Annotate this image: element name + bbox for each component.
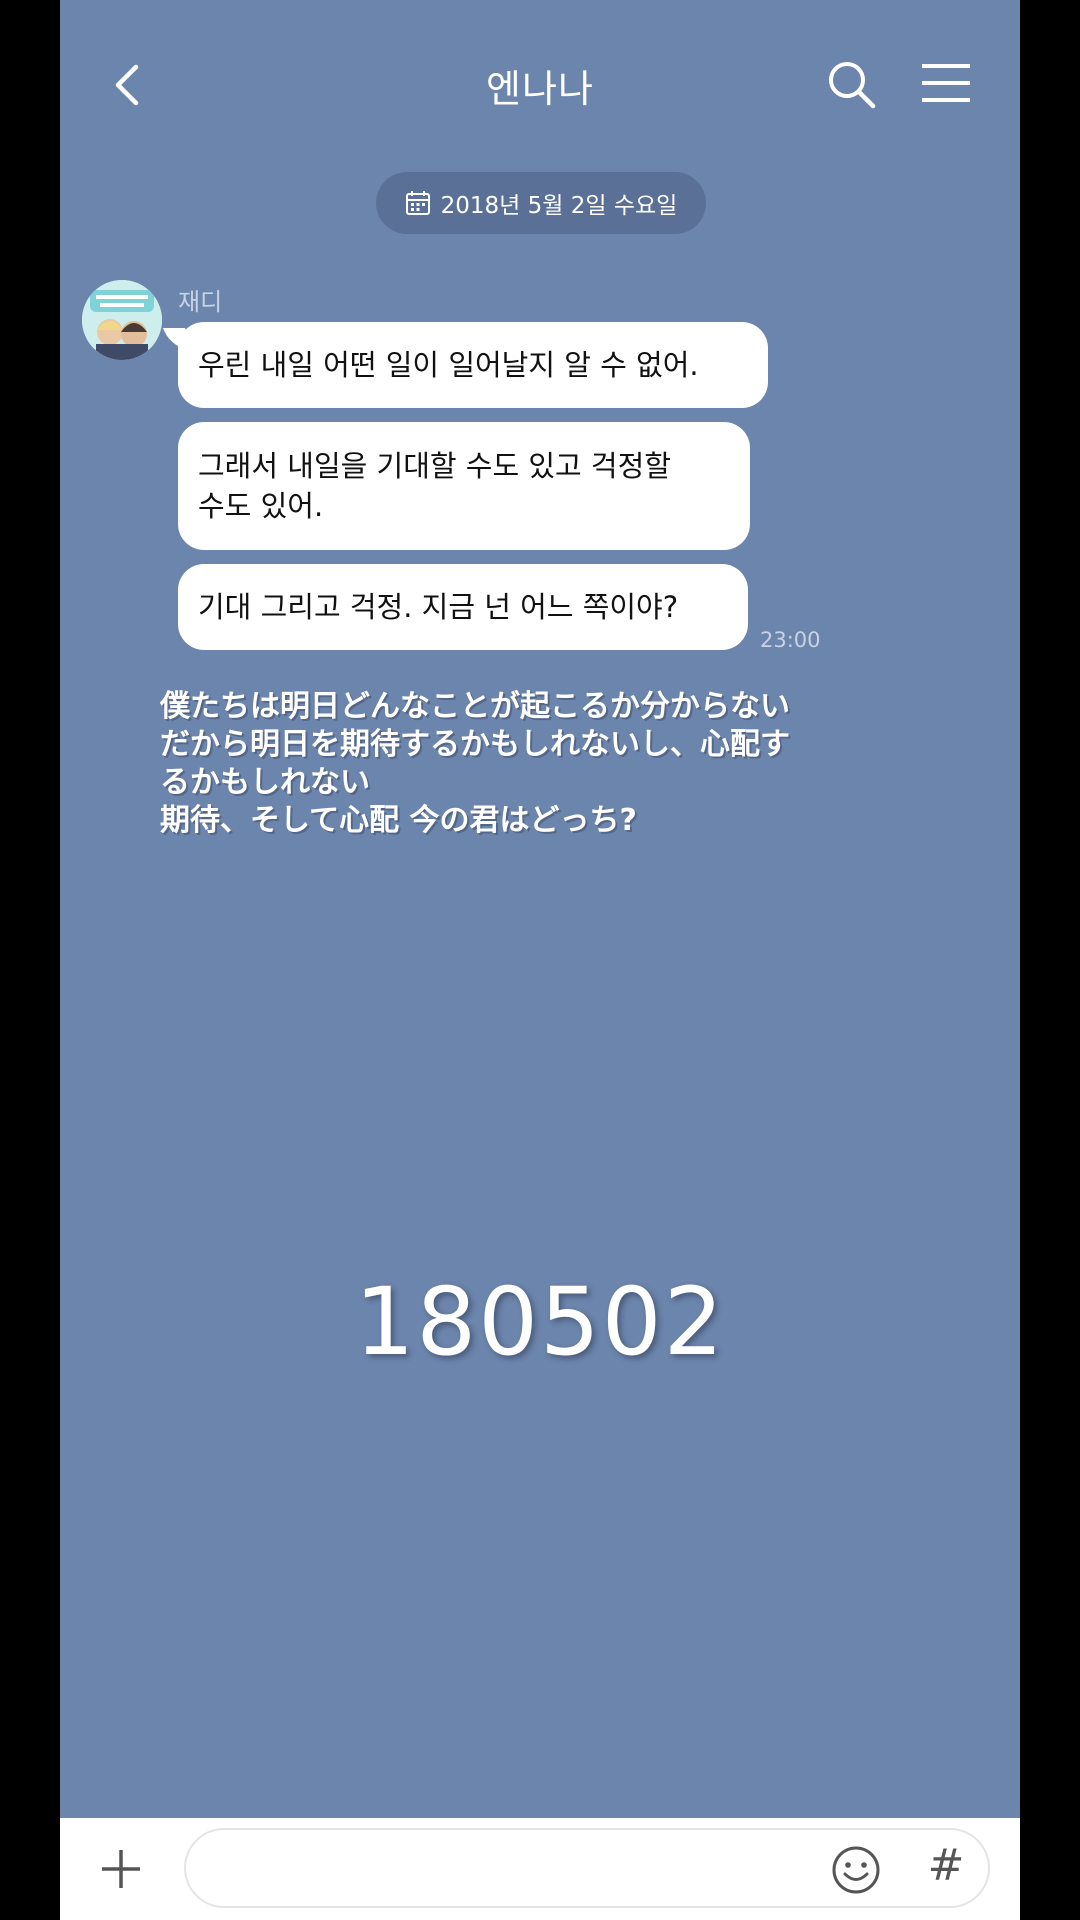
message-text-line: 수도 있어.	[198, 489, 324, 523]
sender-name: 재디	[178, 288, 223, 316]
translation-caption: 僕たちは明日どんなことが起こるか分からない だから明日を期待するかもしれないし、…	[160, 688, 920, 840]
plus-icon	[102, 1850, 140, 1888]
add-button[interactable]	[96, 1844, 146, 1894]
caption-line: だから明日を期待するかもしれないし、心配す	[160, 727, 790, 762]
chat-screen: 엔나나 2018년 5월 2일 수요일 재디 우린 내일 어떤 일이 일어날지 …	[60, 0, 1020, 1920]
emoji-button[interactable]	[830, 1844, 882, 1896]
message-text: 우린 내일 어떤 일이 일어날지 알 수 없어.	[198, 348, 699, 382]
caption-line: 期待、そして心配 今の君はどっち?	[160, 803, 637, 838]
hamburger-menu-icon	[922, 64, 970, 102]
search-button[interactable]	[825, 58, 879, 112]
date-text: 2018년 5월 2일 수요일	[440, 193, 678, 219]
caption-line: るかもしれない	[160, 765, 370, 800]
profile-picture	[82, 280, 162, 360]
date-separator: 2018년 5월 2일 수요일	[376, 172, 706, 234]
hashtag-button[interactable]: #	[924, 1838, 968, 1894]
message-time: 23:00	[760, 628, 821, 652]
message-bubble[interactable]: 그래서 내일을 기대할 수도 있고 걱정할 수도 있어.	[178, 422, 750, 550]
avatar[interactable]	[82, 280, 162, 360]
message-text-line: 그래서 내일을 기대할 수도 있고 걱정할	[198, 449, 671, 483]
menu-button[interactable]	[918, 58, 974, 108]
overlay-date-number: 180502	[354, 1268, 726, 1377]
chat-header: 엔나나	[60, 0, 1020, 170]
message-bubble[interactable]: 우린 내일 어떤 일이 일어날지 알 수 없어.	[178, 322, 768, 408]
search-icon	[829, 62, 876, 109]
message-bubble[interactable]: 기대 그리고 걱정. 지금 넌 어느 쪽이야?	[178, 564, 748, 650]
calendar-icon	[405, 191, 430, 215]
message-text: 기대 그리고 걱정. 지금 넌 어느 쪽이야?	[198, 590, 679, 624]
caption-line: 僕たちは明日どんなことが起こるか分からない	[160, 689, 790, 724]
smiley-icon	[832, 1846, 880, 1894]
message-input-bar: #	[60, 1818, 1020, 1920]
